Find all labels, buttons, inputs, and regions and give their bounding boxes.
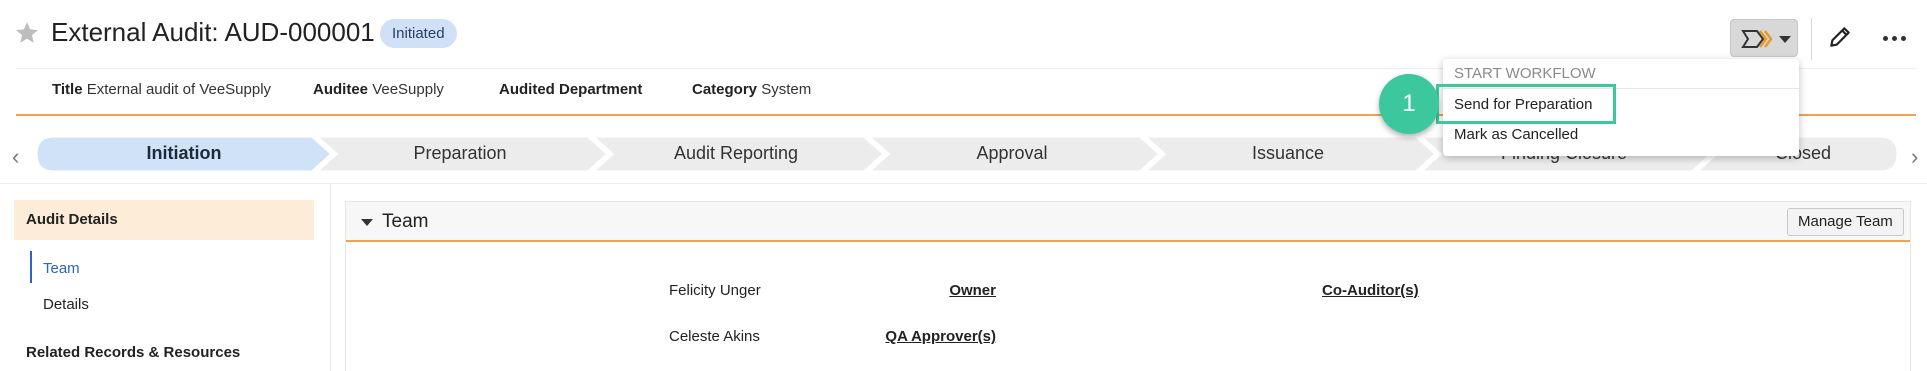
stage-next-button[interactable]: › <box>1911 144 1918 170</box>
highlight-box <box>1436 84 1616 124</box>
workflow-button[interactable] <box>1730 19 1798 57</box>
stage-label[interactable]: Approval <box>912 143 1112 164</box>
team-panel-title: Team <box>382 211 429 232</box>
nav-item-details[interactable]: Details <box>43 296 89 313</box>
page-title: External Audit: AUD-000001 <box>51 17 375 47</box>
owner-label: Owner <box>949 282 996 299</box>
menu-item-mark-as-cancelled[interactable]: Mark as Cancelled <box>1454 126 1578 143</box>
stage-label[interactable]: Audit Reporting <box>636 143 836 164</box>
attr-title: Title External audit of VeeSupply <box>52 81 272 98</box>
nav-section-related-records[interactable]: Related Records & Resources <box>26 344 240 361</box>
qa-approvers-label: QA Approver(s) <box>885 328 996 345</box>
stage-label[interactable]: Preparation <box>360 143 560 164</box>
stage-label[interactable]: Issuance <box>1188 143 1388 164</box>
team-panel: Team Manage Team Owner Felicity Unger Co… <box>345 201 1911 371</box>
divider <box>0 183 1927 184</box>
team-panel-header[interactable]: Team Manage Team <box>346 202 1910 242</box>
status-badge: Initiated <box>380 19 457 48</box>
attr-audited-department: Audited Department <box>499 81 643 98</box>
stage-label[interactable]: Initiation <box>84 143 284 164</box>
nav-item-team[interactable]: Team <box>43 260 80 277</box>
dropdown-header: START WORKFLOW <box>1454 65 1596 82</box>
star-icon[interactable] <box>14 20 40 46</box>
step-marker: 1 <box>1379 74 1439 134</box>
qa-approvers-value: Celeste Akins <box>669 328 760 345</box>
nav-selected-indicator <box>30 251 32 283</box>
toolbar-divider <box>1811 18 1812 60</box>
attr-category: Category System <box>692 81 812 98</box>
chevron-down-icon <box>1779 36 1791 43</box>
more-icon[interactable] <box>1880 26 1910 50</box>
nav-section-audit-details[interactable]: Audit Details <box>14 200 314 240</box>
owner-value: Felicity Unger <box>669 282 761 299</box>
record-header: External Audit: AUD-000001 Initiated <box>0 0 1927 68</box>
left-nav: Audit Details Team Details Related Recor… <box>14 200 314 371</box>
pencil-icon[interactable] <box>1827 24 1853 50</box>
co-auditors-label: Co-Auditor(s) <box>1322 282 1419 299</box>
attr-auditee: Auditee VeeSupply <box>313 81 444 98</box>
divider <box>330 184 331 371</box>
triangle-down-icon[interactable] <box>361 219 373 226</box>
workflow-icon <box>1741 30 1773 48</box>
manage-team-button[interactable]: Manage Team <box>1787 208 1904 236</box>
